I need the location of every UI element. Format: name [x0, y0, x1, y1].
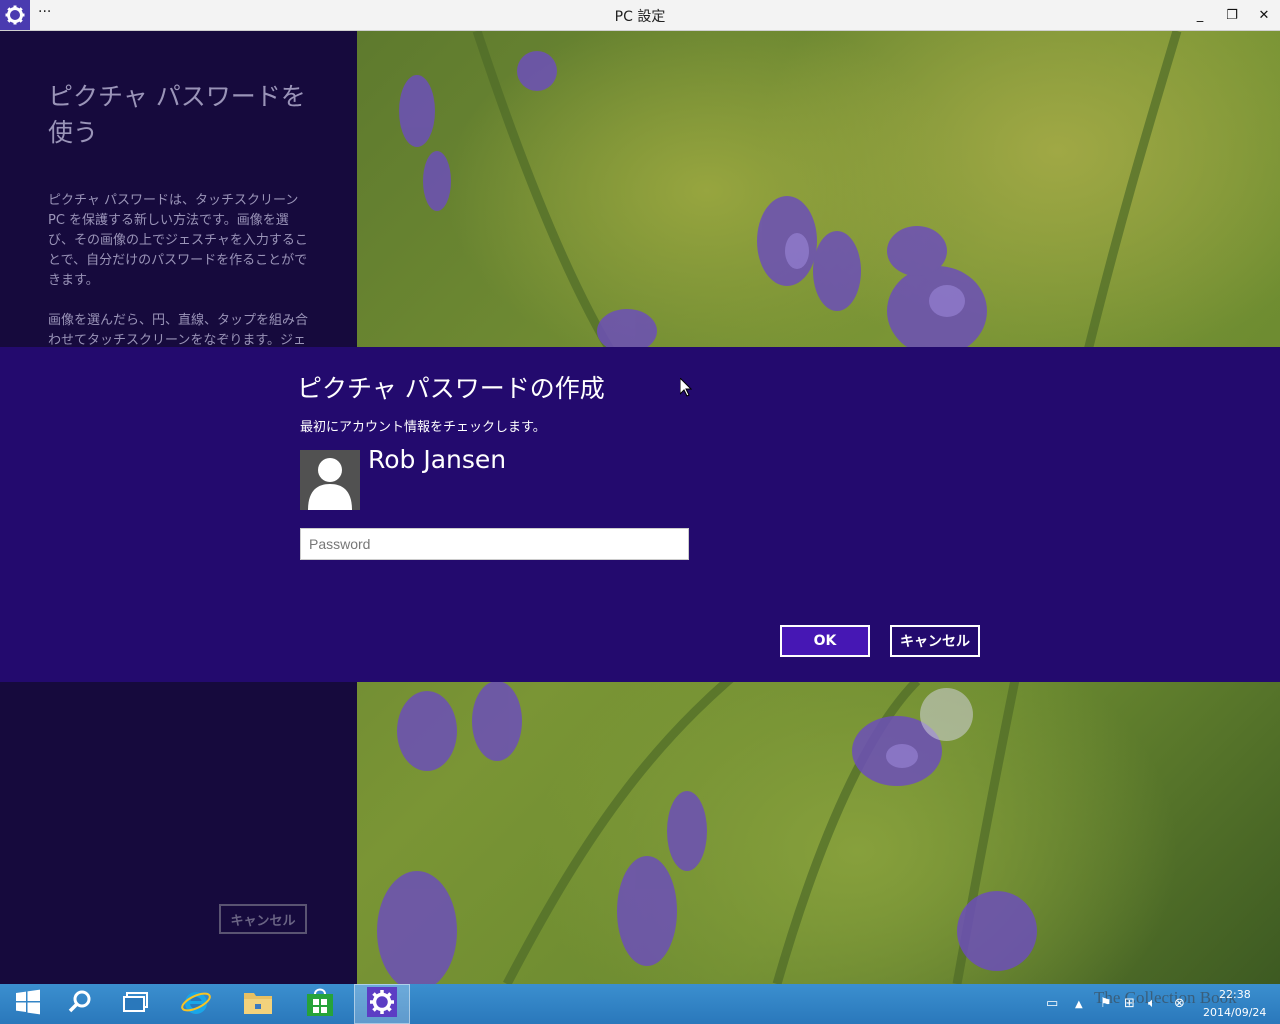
panel-title: ピクチャ パスワードを使う — [48, 82, 306, 147]
close-button[interactable]: ✕ — [1248, 0, 1280, 30]
minimize-button[interactable]: _ — [1184, 0, 1216, 30]
restore-button[interactable]: ❐ — [1216, 0, 1248, 30]
volume-icon[interactable]: 🔈︎ — [1148, 996, 1156, 1011]
task-view-icon — [123, 991, 149, 1017]
internet-explorer-button[interactable] — [168, 984, 224, 1024]
network-icon[interactable]: ⊞ — [1124, 996, 1135, 1011]
window-title: PC 設定 — [614, 9, 666, 25]
internet-explorer-icon — [180, 986, 212, 1022]
watermark-text: The Collection Book — [1094, 988, 1237, 1007]
settings-icon — [367, 987, 397, 1021]
clock-time[interactable]: 22:38 — [1219, 988, 1251, 1001]
search-icon — [68, 990, 92, 1018]
action-center-flag-icon[interactable]: ⚑ — [1100, 996, 1112, 1011]
touch-point-indicator — [920, 688, 973, 741]
user-avatar-icon — [300, 450, 360, 510]
password-input[interactable] — [300, 528, 689, 560]
store-icon — [306, 987, 334, 1021]
file-explorer-button[interactable] — [230, 984, 286, 1024]
clock-date[interactable]: 2014/09/24 — [1203, 1006, 1266, 1019]
start-icon — [15, 989, 41, 1019]
title-bar: ··· PC 設定 _ ❐ ✕ — [0, 0, 1280, 31]
search-button[interactable] — [52, 984, 108, 1024]
store-button[interactable] — [292, 984, 348, 1024]
keyboard-icon[interactable]: ▭ — [1046, 996, 1058, 1011]
settings-taskbar-button[interactable] — [354, 984, 410, 1024]
task-view-button[interactable] — [108, 984, 164, 1024]
panel-cancel-button[interactable]: キャンセル — [219, 904, 307, 934]
create-picture-password-dialog: ピクチャ パスワードの作成 最初にアカウント情報をチェックします。 Rob Ja… — [0, 347, 1280, 682]
ok-button[interactable]: OK — [780, 625, 870, 657]
start-button[interactable] — [0, 984, 56, 1024]
user-name: Rob Jansen — [368, 445, 507, 474]
file-explorer-icon — [243, 989, 273, 1019]
mouse-cursor-icon — [679, 376, 693, 401]
language-icon[interactable]: ⊗ — [1174, 996, 1185, 1011]
panel-paragraph-1: ピクチャ パスワードは、タッチスクリーン PC を保護する新しい方法です。画像を… — [48, 193, 308, 288]
dialog-subtitle: 最初にアカウント情報をチェックします。 — [300, 420, 546, 435]
dialog-title: ピクチャ パスワードの作成 — [297, 374, 605, 403]
taskbar: The Collection Book ▭ ▲ ⚑ ⊞ 🔈︎ ⊗ 22:38 2… — [0, 984, 1280, 1024]
cancel-button[interactable]: キャンセル — [890, 625, 980, 657]
show-hidden-icons-icon[interactable]: ▲ — [1075, 999, 1083, 1010]
